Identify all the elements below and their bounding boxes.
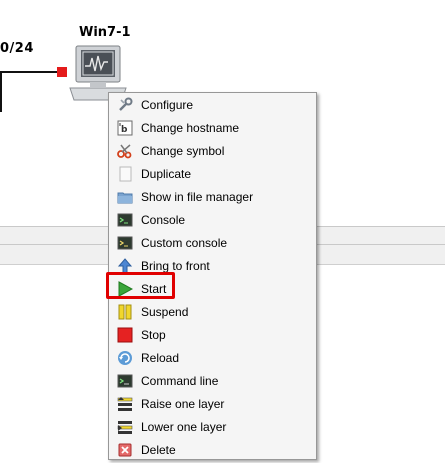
menu-item-reload[interactable]: Reload bbox=[113, 347, 313, 369]
custom-console-icon bbox=[117, 235, 133, 251]
menu-item-stop[interactable]: Stop bbox=[113, 324, 313, 346]
menu-item-change-symbol[interactable]: Change symbol bbox=[113, 140, 313, 162]
link-line[interactable] bbox=[0, 71, 62, 73]
start-highlight-annotation bbox=[106, 272, 175, 299]
menu-item-configure[interactable]: Configure bbox=[113, 94, 313, 116]
menu-item-change-hostname[interactable]: b Change hostname bbox=[113, 117, 313, 139]
wrench-icon bbox=[117, 97, 133, 113]
menu-item-raise-one-layer[interactable]: Raise one layer bbox=[113, 393, 313, 415]
menu-item-lower-one-layer[interactable]: Lower one layer bbox=[113, 416, 313, 438]
reload-icon bbox=[117, 350, 133, 366]
link-endpoint-marker bbox=[57, 67, 67, 77]
menu-item-show-in-file-manager[interactable]: Show in file manager bbox=[113, 186, 313, 208]
menu-item-label: Command line bbox=[141, 374, 219, 388]
svg-text:b: b bbox=[121, 125, 128, 135]
stop-icon bbox=[117, 327, 133, 343]
scissors-icon bbox=[117, 143, 133, 159]
menu-item-label: Console bbox=[141, 213, 186, 227]
node-label[interactable]: Win7-1 bbox=[79, 25, 131, 40]
menu-item-label: Custom console bbox=[141, 236, 228, 250]
duplicate-icon bbox=[117, 166, 133, 182]
menu-item-console[interactable]: Console bbox=[113, 209, 313, 231]
menu-item-label: Show in file manager bbox=[141, 190, 254, 204]
menu-item-delete[interactable]: Delete bbox=[113, 439, 313, 461]
pause-icon bbox=[117, 304, 133, 320]
link-label: 0/24 bbox=[0, 41, 34, 56]
delete-icon bbox=[117, 442, 133, 458]
menu-item-suspend[interactable]: Suspend bbox=[113, 301, 313, 323]
menu-item-duplicate[interactable]: Duplicate bbox=[113, 163, 313, 185]
menu-item-label: Bring to front bbox=[141, 259, 210, 273]
menu-item-label: Raise one layer bbox=[141, 397, 225, 411]
command-line-icon bbox=[117, 373, 133, 389]
menu-item-label: Lower one layer bbox=[141, 420, 227, 434]
menu-item-label: Stop bbox=[141, 328, 166, 342]
link-line-vertical[interactable] bbox=[0, 72, 2, 112]
menu-item-label: Change hostname bbox=[141, 121, 240, 135]
folder-icon bbox=[117, 189, 133, 205]
console-icon bbox=[117, 212, 133, 228]
menu-item-label: Change symbol bbox=[141, 144, 225, 158]
menu-item-custom-console[interactable]: Custom console bbox=[113, 232, 313, 254]
rename-icon: b bbox=[117, 120, 133, 136]
menu-item-label: Delete bbox=[141, 443, 176, 457]
menu-item-command-line[interactable]: Command line bbox=[113, 370, 313, 392]
lower-layer-icon bbox=[117, 419, 133, 435]
raise-layer-icon bbox=[117, 396, 133, 412]
menu-item-label: Configure bbox=[141, 98, 194, 112]
menu-item-label: Duplicate bbox=[141, 167, 192, 181]
menu-item-label: Suspend bbox=[141, 305, 189, 319]
menu-item-label: Reload bbox=[141, 351, 180, 365]
